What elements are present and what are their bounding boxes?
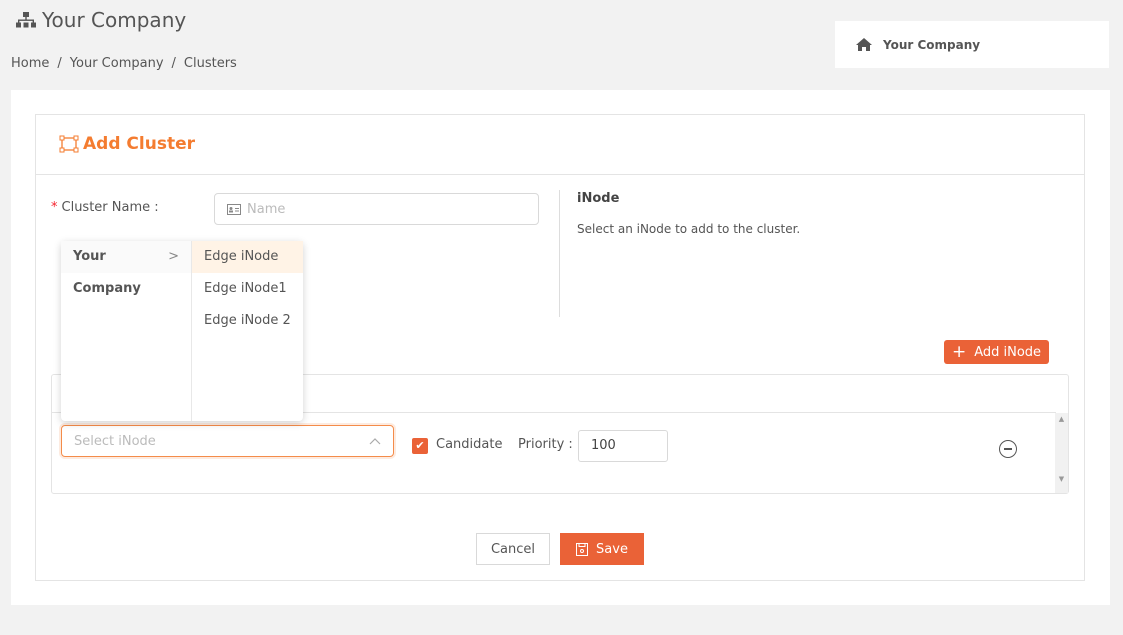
org-column: Your Company > — [61, 241, 192, 421]
check-icon: ✔ — [415, 439, 425, 452]
org-card-label: Your Company — [883, 37, 981, 52]
priority-label: Priority : — [518, 437, 573, 452]
table-scrollbar[interactable]: ▲ ▼ — [1055, 413, 1068, 493]
org-option[interactable]: Your Company > — [61, 241, 191, 296]
title-text: Your Company — [42, 8, 187, 32]
org-tree-icon — [16, 12, 36, 28]
cluster-name-label-text: Cluster Name — [61, 200, 151, 215]
cancel-button[interactable]: Cancel — [476, 533, 550, 565]
priority-label-text: Priority — [518, 437, 565, 452]
inode-option[interactable]: Edge iNode — [192, 241, 303, 273]
divider — [559, 190, 560, 317]
inode-option[interactable]: Edge iNode 2 — [192, 305, 303, 337]
card-title: Add Cluster — [83, 134, 195, 154]
add-inode-label: Add iNode — [974, 344, 1042, 360]
priority-input[interactable]: 100 — [578, 430, 668, 462]
inode-description: Select an iNode to add to the cluster. — [577, 222, 801, 236]
home-icon — [856, 38, 872, 51]
candidate-label: Candidate — [436, 437, 503, 452]
save-icon — [576, 542, 589, 556]
breadcrumb-home[interactable]: Home — [11, 56, 49, 71]
cascader-dropdown: Your Company > Edge iNode Edge iNode1 Edg… — [61, 241, 303, 421]
chevron-right-icon: > — [168, 249, 179, 264]
save-button[interactable]: Save — [560, 533, 644, 565]
id-card-icon — [227, 203, 241, 215]
page-title: Your Company — [16, 8, 186, 32]
inode-select[interactable]: Select iNode — [61, 425, 394, 457]
inode-column: Edge iNode Edge iNode1 Edge iNode 2 — [192, 241, 303, 421]
inode-option[interactable]: Edge iNode1 — [192, 273, 303, 305]
card-header: Add Cluster — [35, 114, 1085, 175]
save-label: Save — [596, 541, 628, 557]
org-option-label: Your Company — [73, 249, 141, 296]
cluster-name-placeholder: Name — [247, 201, 286, 217]
breadcrumb-clusters: Clusters — [183, 56, 237, 71]
inode-heading: iNode — [577, 191, 620, 206]
breadcrumb: Home / Your Company / Clusters — [11, 56, 237, 71]
remove-row-icon[interactable] — [999, 440, 1017, 458]
cluster-name-input[interactable]: Name — [214, 193, 539, 225]
add-inode-button[interactable]: + Add iNode — [944, 340, 1049, 364]
cluster-name-label: * Cluster Name : — [51, 200, 159, 215]
breadcrumb-company[interactable]: Your Company — [70, 56, 164, 71]
org-card[interactable]: Your Company — [835, 21, 1109, 68]
candidate-checkbox[interactable]: ✔ — [412, 438, 428, 454]
cluster-icon — [59, 135, 79, 153]
chevron-up-icon — [369, 438, 381, 445]
inode-select-placeholder: Select iNode — [74, 433, 156, 449]
plus-icon: + — [951, 341, 967, 362]
